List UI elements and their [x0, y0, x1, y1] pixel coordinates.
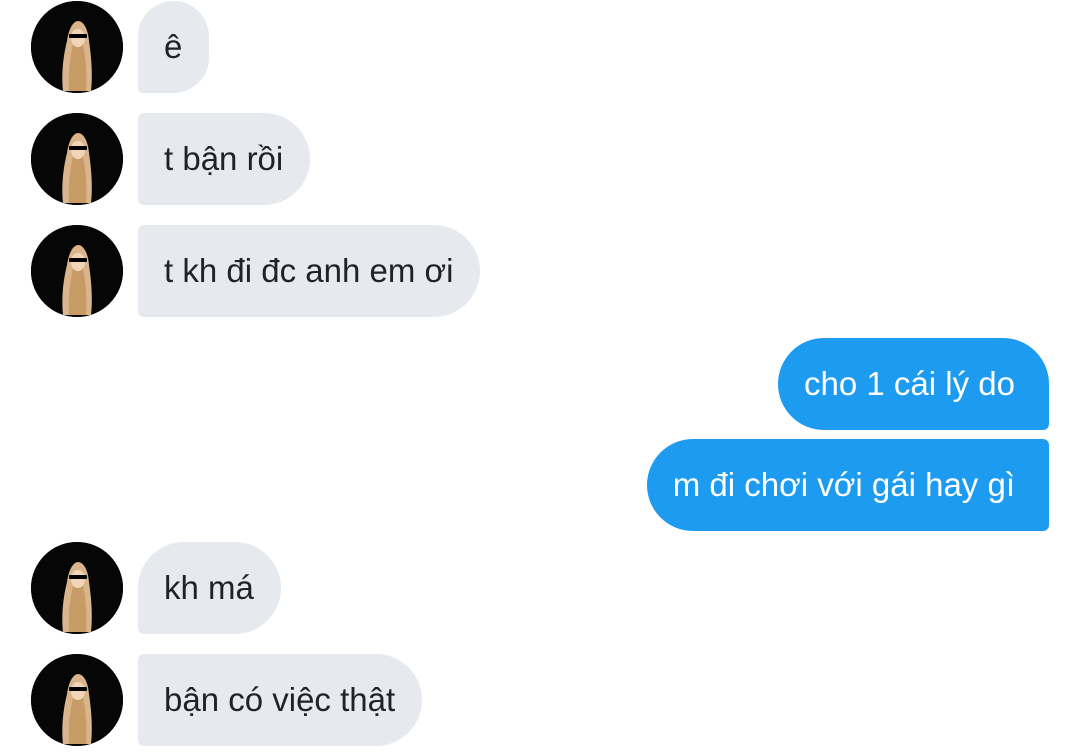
message-text: bận có việc thật [164, 681, 396, 718]
message-bubble-outgoing[interactable]: m đi chơi với gái hay gì [646, 439, 1049, 531]
message-text: m đi chơi với gái hay gì [672, 466, 1015, 503]
profile-photo-icon [31, 113, 123, 205]
avatar[interactable] [31, 542, 123, 634]
message-bubble-incoming[interactable]: t kh đi đc anh em ơi [138, 225, 481, 317]
profile-photo-icon [31, 542, 123, 634]
avatar[interactable] [31, 654, 123, 746]
message-bubble-incoming[interactable]: kh má [138, 542, 281, 634]
profile-photo-icon [31, 1, 123, 93]
profile-photo-icon [31, 654, 123, 746]
message-text: t kh đi đc anh em ơi [164, 252, 454, 289]
message-text: kh má [164, 569, 254, 606]
message-text: ê [164, 28, 183, 65]
message-bubble-incoming[interactable]: t bận rồi [138, 113, 311, 205]
profile-photo-icon [31, 225, 123, 317]
message-bubble-incoming[interactable]: ê [138, 1, 210, 93]
avatar[interactable] [31, 225, 123, 317]
avatar[interactable] [31, 113, 123, 205]
message-text: cho 1 cái lý do [804, 365, 1015, 402]
message-bubble-incoming[interactable]: bận có việc thật [138, 654, 423, 746]
message-bubble-outgoing[interactable]: cho 1 cái lý do [778, 338, 1049, 430]
message-text: t bận rồi [164, 140, 284, 177]
avatar[interactable] [31, 1, 123, 93]
